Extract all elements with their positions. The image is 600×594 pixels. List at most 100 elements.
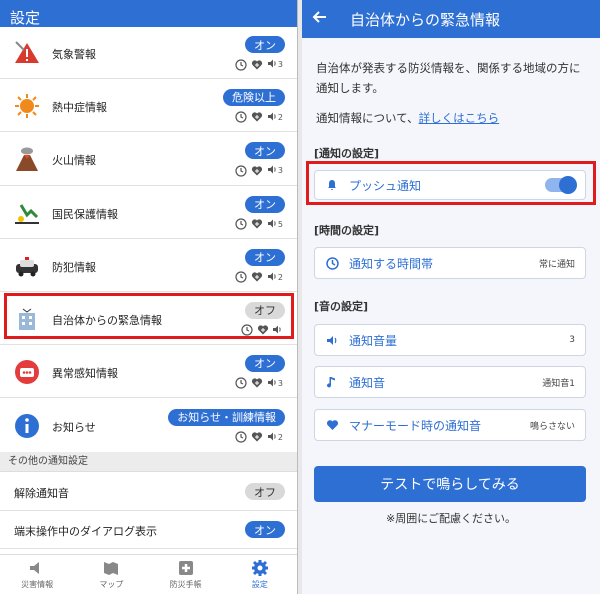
- warning-icon: [12, 38, 42, 68]
- speaker-icon: [267, 377, 278, 390]
- status-badge[interactable]: オン: [245, 195, 285, 213]
- status-badge[interactable]: お知らせ・訓練情報: [168, 408, 285, 426]
- volume-level: 3: [277, 60, 283, 69]
- settings-row[interactable]: お知らせ お知らせ・訓練情報 2: [0, 398, 297, 453]
- settings-row[interactable]: 異常感知情報 オン 3: [0, 345, 297, 398]
- notify-section-heading: [通知の設定]: [314, 147, 380, 160]
- nav-item[interactable]: 防災手帳: [149, 555, 223, 594]
- volume-card[interactable]: 通知音量 3: [314, 324, 586, 356]
- status-badge[interactable]: オン: [245, 36, 285, 53]
- volume-level: 2: [277, 112, 283, 122]
- status-badge[interactable]: オン: [245, 354, 285, 372]
- national-protection-icon: [12, 198, 42, 228]
- speaker-icon: [325, 333, 339, 347]
- clock-icon: [235, 111, 248, 124]
- volume-indicator: 2: [267, 271, 283, 284]
- row-label: 熱中症情報: [52, 100, 107, 114]
- detail-title: 自治体からの緊急情報: [350, 10, 501, 29]
- clock-icon: [235, 271, 248, 284]
- firstaid-icon: [177, 559, 195, 577]
- notify-time-card[interactable]: 通知する時間帯 常に通知: [314, 247, 586, 279]
- sound-section-heading: [音の設定]: [314, 300, 369, 313]
- clock-icon: [235, 58, 248, 71]
- nav-item[interactable]: マップ: [74, 555, 148, 594]
- about-prefix: 通知情報について、: [316, 111, 419, 125]
- settings-row[interactable]: 防犯情報 オン 2: [0, 239, 297, 292]
- row-label: 解除通知音: [14, 487, 69, 500]
- speaker-icon: [267, 218, 278, 231]
- row-label: お知らせ: [52, 420, 96, 434]
- row-indicators: 2: [235, 271, 283, 284]
- test-sound-button[interactable]: テストで鳴らしてみる: [314, 466, 586, 502]
- volume-level: 5: [277, 219, 283, 229]
- speaker-icon: [272, 324, 283, 337]
- sound-value: 通知音1: [542, 378, 575, 389]
- volume-value: 3: [569, 335, 575, 345]
- nav-item[interactable]: 設定: [223, 555, 297, 594]
- description-text: 自治体が発表する防災情報を、関係する地域の方に通知します。: [316, 61, 581, 95]
- status-badge[interactable]: オン: [245, 248, 285, 266]
- detail-header: 自治体からの緊急情報: [302, 0, 600, 38]
- settings-row[interactable]: 国民保護情報 オン 5: [0, 186, 297, 239]
- settings-panel: 設定 気象警報 オン 3 熱中症情報 危険以上 2 火山情報 オン 3 国民保護情報 オン 5 防犯情報…: [0, 0, 298, 594]
- nav-label: 設定: [251, 580, 268, 589]
- notice-text: ※周囲にご配慮ください。: [386, 512, 516, 525]
- heart-icon: [251, 431, 264, 444]
- other-settings-row[interactable]: 端末操作中のダイアログ表示 オン: [0, 511, 297, 549]
- manner-mode-card[interactable]: マナーモード時の通知音 鳴らさない: [314, 409, 586, 441]
- nav-item[interactable]: 災害情報: [0, 555, 74, 594]
- nav-label: マップ: [99, 580, 124, 589]
- about-line: 通知情報について、詳しくはこちら: [316, 108, 586, 128]
- volcano-icon: [12, 144, 42, 174]
- settings-row[interactable]: 自治体からの緊急情報 オフ: [0, 292, 297, 345]
- settings-row[interactable]: 気象警報 オン 3: [0, 27, 297, 79]
- municipal-building-icon: [12, 304, 42, 334]
- speaker-icon: [267, 111, 278, 124]
- row-label: 異常感知情報: [52, 366, 118, 380]
- sound-card[interactable]: 通知音 通知音1: [314, 366, 586, 398]
- bell-icon: [325, 178, 339, 192]
- heart-icon: [251, 218, 264, 231]
- map-icon: [102, 559, 120, 577]
- row-label: 火山情報: [52, 154, 96, 167]
- status-badge[interactable]: オン: [245, 521, 285, 538]
- row-indicators: 3: [235, 164, 283, 177]
- volume-indicator: 3: [267, 377, 283, 390]
- push-notification-card[interactable]: プッシュ通知: [314, 170, 586, 200]
- status-badge[interactable]: オフ: [245, 301, 285, 319]
- police-car-icon: [12, 251, 42, 281]
- status-badge[interactable]: オン: [245, 142, 285, 159]
- manner-label: マナーモード時の通知音: [349, 418, 482, 433]
- row-indicators: 2: [235, 111, 283, 124]
- speaker-icon: [28, 559, 46, 577]
- chat-alert-icon: [12, 357, 42, 387]
- section-other-heading: その他の通知設定: [0, 452, 297, 472]
- row-indicators: 3: [235, 377, 283, 390]
- clock-icon: [235, 377, 248, 390]
- heart-icon: [251, 164, 264, 177]
- other-settings-row[interactable]: 解除通知音 オフ: [0, 473, 297, 511]
- row-label: 自治体からの緊急情報: [52, 313, 162, 327]
- row-indicators: [240, 324, 283, 337]
- speaker-icon: [267, 271, 278, 284]
- time-value: 常に通知: [538, 259, 575, 270]
- heart-icon: [251, 271, 264, 284]
- volume-indicator: 3: [267, 58, 283, 71]
- volume-indicator: [272, 324, 283, 337]
- settings-row[interactable]: 熱中症情報 危険以上 2: [0, 79, 297, 132]
- music-note-icon: [325, 375, 339, 389]
- push-toggle[interactable]: [545, 176, 577, 194]
- volume-level: 3: [277, 378, 283, 388]
- details-link[interactable]: 詳しくはこちら: [419, 111, 500, 125]
- nav-label: 災害情報: [21, 580, 54, 589]
- volume-indicator: 3: [267, 164, 283, 177]
- volume-indicator: 2: [267, 431, 283, 444]
- settings-row[interactable]: 火山情報 オン 3: [0, 132, 297, 186]
- status-badge[interactable]: 危険以上: [223, 88, 285, 106]
- clock-icon: [235, 164, 248, 177]
- status-badge[interactable]: オフ: [245, 483, 285, 500]
- speaker-icon: [267, 431, 278, 444]
- back-arrow-icon[interactable]: [312, 9, 330, 30]
- manner-value: 鳴らさない: [529, 421, 575, 432]
- time-section-heading: [時間の設定]: [314, 224, 380, 237]
